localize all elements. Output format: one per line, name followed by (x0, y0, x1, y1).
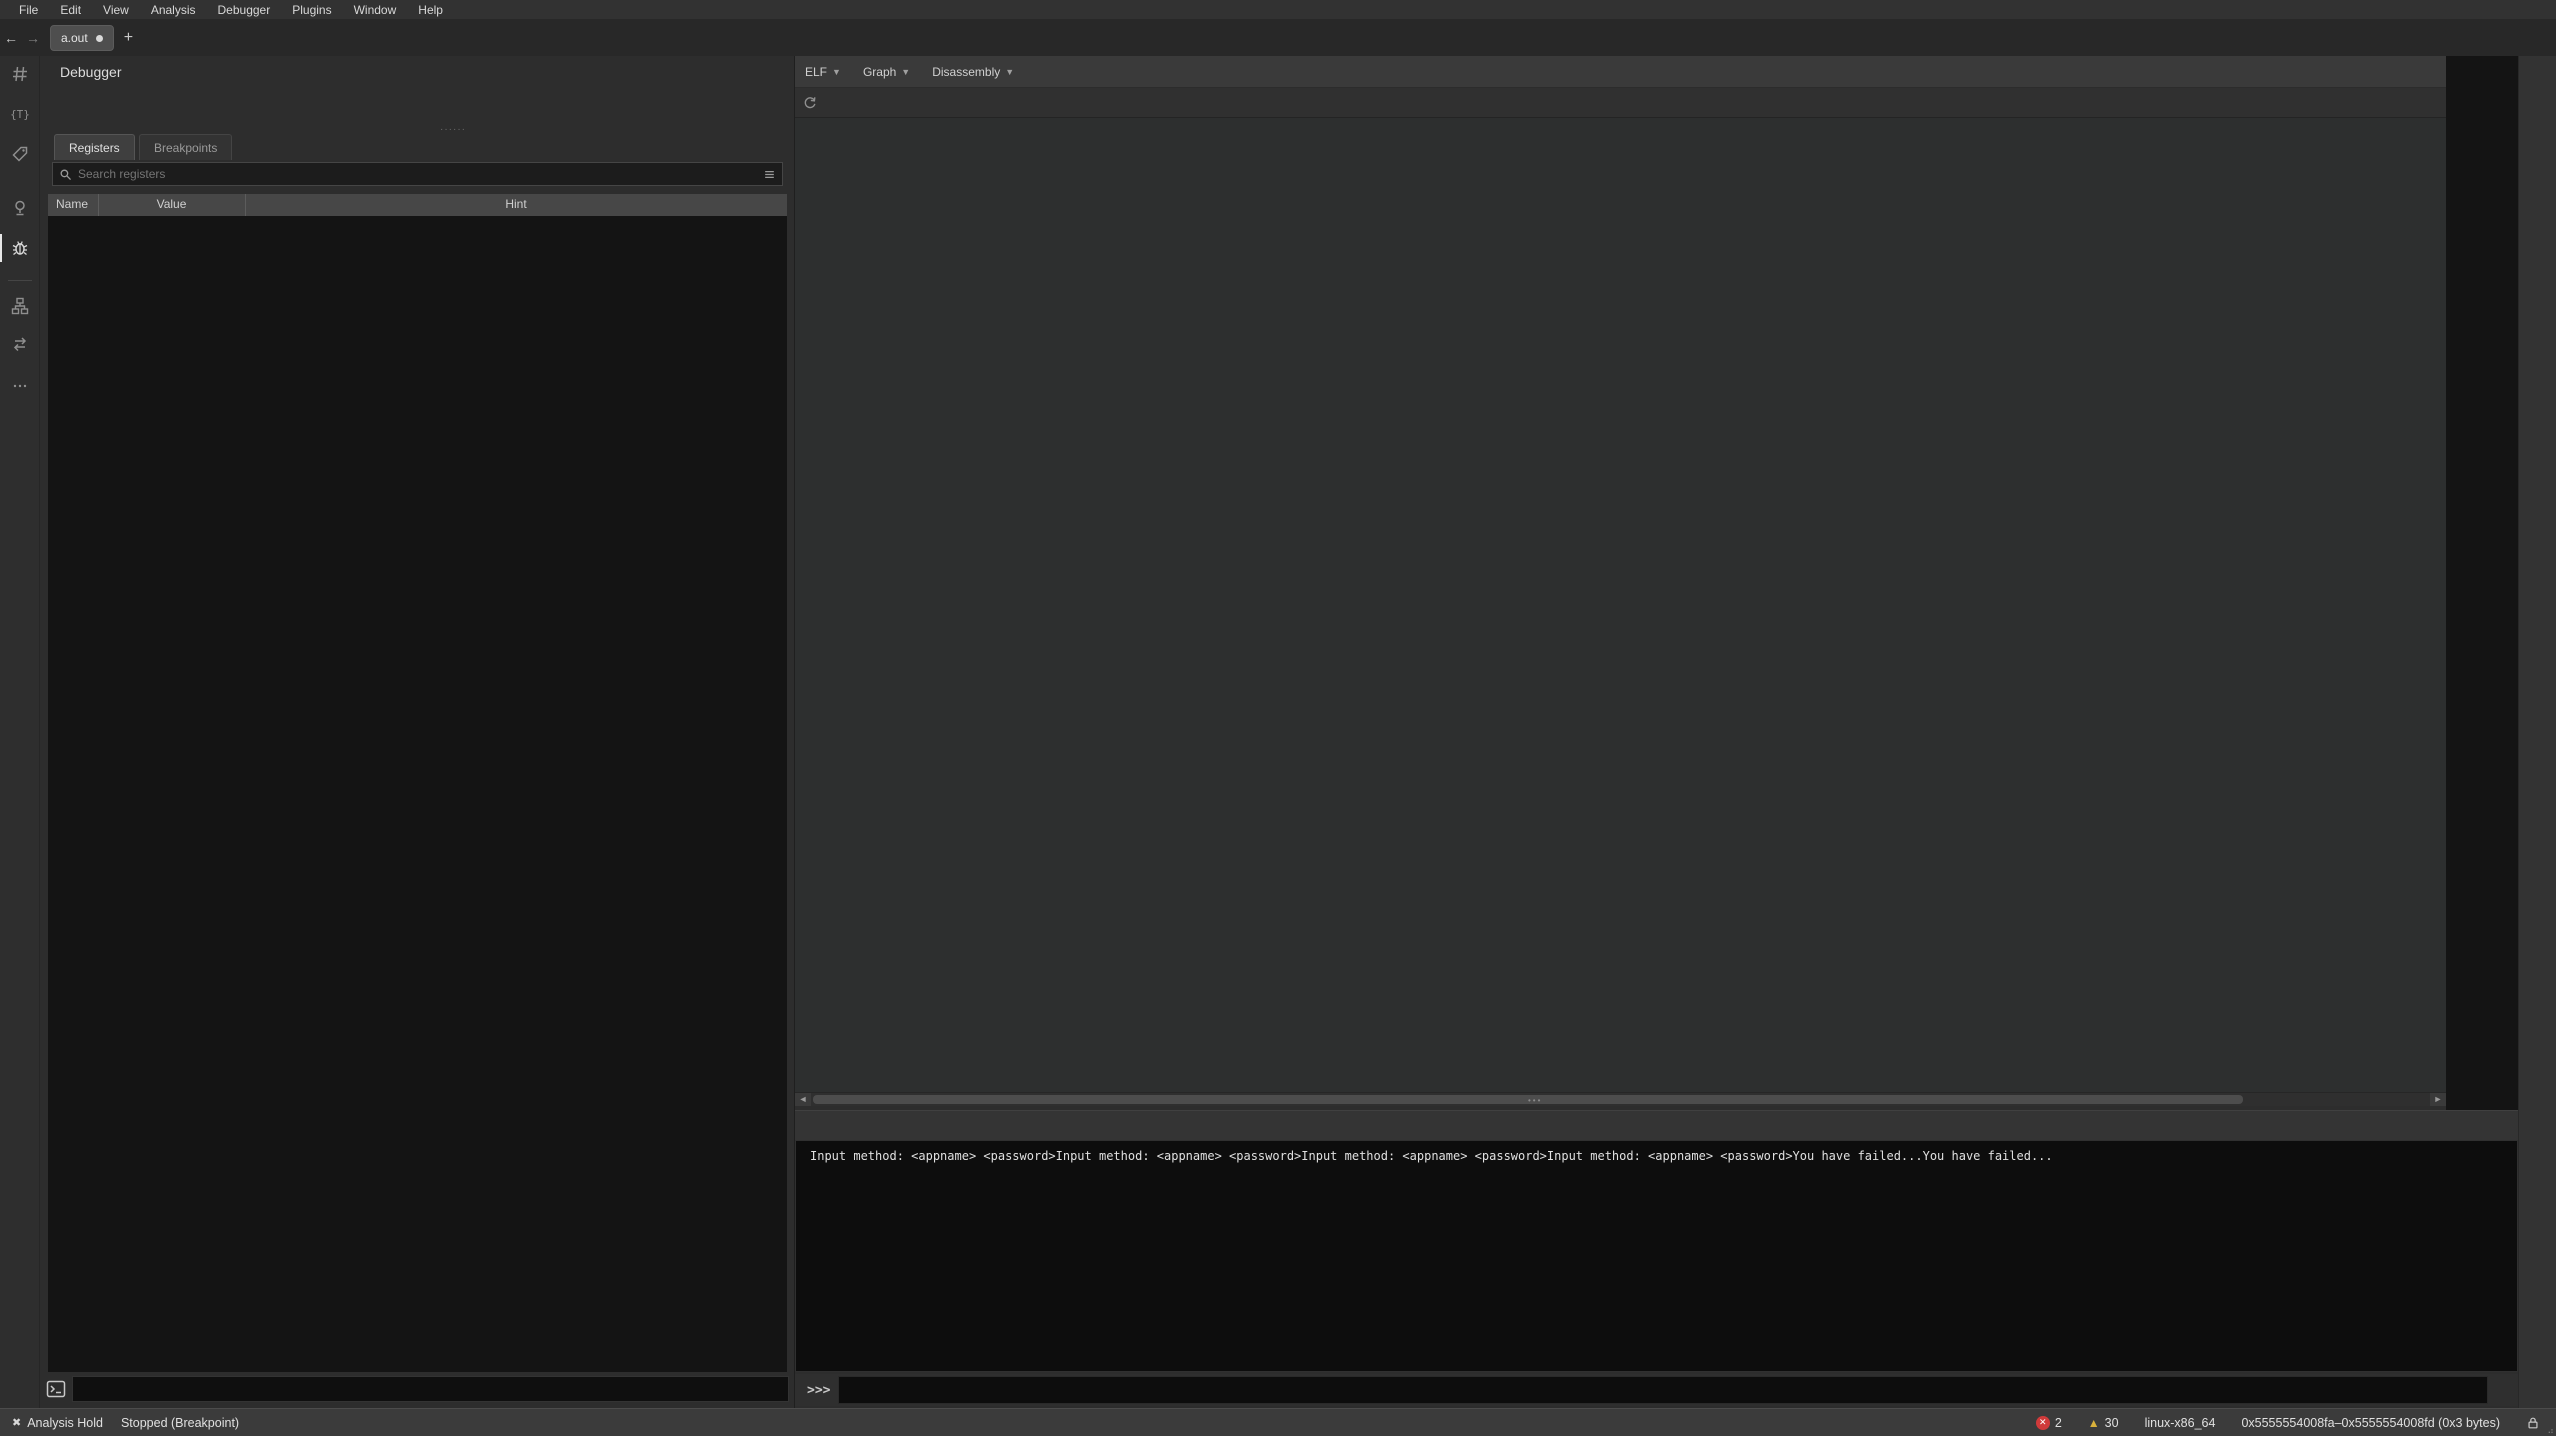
console-tab-bar (795, 1110, 2518, 1140)
feature-map[interactable] (2446, 56, 2518, 1110)
more-icon[interactable] (8, 374, 32, 398)
tab-breakpoints[interactable]: Breakpoints (139, 134, 232, 160)
menu-file[interactable]: File (8, 1, 49, 19)
register-table-header: Name Value Hint (48, 194, 787, 216)
debugger-panel: Debugger ······ Registers Breakpoints Na… (40, 56, 795, 1408)
menu-analysis[interactable]: Analysis (140, 1, 207, 19)
view-header: ELF▼ Graph▼ Disassembly▼ (795, 56, 2446, 88)
prompt-label: >>> (807, 1383, 830, 1398)
resize-grip[interactable]: ⣠ (2547, 1423, 2554, 1434)
scroll-left-icon[interactable]: ◄ (795, 1093, 811, 1106)
script-console-row (46, 1374, 789, 1404)
menu-view[interactable]: View (92, 1, 140, 19)
forward-arrow-icon[interactable]: → (22, 30, 44, 46)
warning-icon: ▲ (2088, 1416, 2100, 1430)
error-count[interactable]: ✕2 (2036, 1416, 2062, 1430)
cancel-analysis-icon[interactable]: ✖ (12, 1416, 21, 1429)
script-console-input[interactable] (72, 1376, 789, 1402)
mode-dropdown[interactable]: Disassembly▼ (932, 65, 1014, 79)
terminal-icon[interactable] (46, 1379, 66, 1399)
console-prompt-row: >>> (795, 1374, 2518, 1406)
back-arrow-icon[interactable]: ← (0, 30, 22, 46)
function-signature-bar (795, 88, 2446, 118)
memory-pin-icon[interactable] (8, 196, 32, 220)
active-sidebar-indicator (0, 234, 2, 262)
graph-horizontal-scrollbar[interactable]: ◄ ► ••• (795, 1092, 2446, 1106)
column-name: Name (56, 197, 88, 211)
tab-bar: ← → a.out + (0, 20, 2556, 56)
analysis-hold[interactable]: ✖Analysis Hold (12, 1416, 103, 1430)
new-tab-button[interactable]: + (124, 29, 133, 47)
binary-ninja-window: FileEditViewAnalysisDebuggerPluginsWindo… (0, 0, 2556, 1436)
status-bar: ✖Analysis Hold Stopped (Breakpoint) ✕2 ▲… (0, 1408, 2556, 1436)
panel-drag-handle[interactable]: ······ (440, 124, 466, 135)
menu-help[interactable]: Help (407, 1, 454, 19)
column-value: Value (98, 197, 245, 211)
warning-count[interactable]: ▲30 (2088, 1416, 2119, 1430)
menu-plugins[interactable]: Plugins (281, 1, 342, 19)
layout-dropdown[interactable]: Graph▼ (863, 65, 910, 79)
graph-edges (795, 118, 2446, 1092)
bug-icon[interactable] (8, 236, 32, 260)
tab-label: a.out (61, 31, 88, 45)
menu-window[interactable]: Window (343, 1, 408, 19)
selection-range: 0x5555554008fa–0x5555554008fd (0x3 bytes… (2241, 1416, 2500, 1430)
console-input[interactable] (838, 1376, 2488, 1404)
platform-label: linux-x86_64 (2145, 1416, 2216, 1430)
menu-bar: FileEditViewAnalysisDebuggerPluginsWindo… (0, 0, 2556, 20)
right-sidebar (2518, 56, 2556, 1408)
modified-dot-icon (96, 35, 103, 42)
search-icon (59, 168, 72, 181)
debugger-panel-title: Debugger (60, 64, 122, 80)
types-icon[interactable]: {T} (8, 102, 32, 126)
register-search (52, 162, 783, 186)
register-table (48, 216, 787, 1372)
svg-text:{T}: {T} (11, 108, 29, 121)
menu-edit[interactable]: Edit (49, 1, 92, 19)
lock-icon[interactable] (2526, 1416, 2540, 1430)
menu-debugger[interactable]: Debugger (207, 1, 282, 19)
hierarchy-icon[interactable] (8, 294, 32, 318)
debugger-state: Stopped (Breakpoint) (121, 1416, 239, 1430)
left-sidebar: {T} (0, 56, 40, 1408)
tab-registers[interactable]: Registers (54, 134, 135, 160)
hash-icon[interactable] (8, 62, 32, 86)
search-registers-input[interactable] (78, 167, 757, 181)
scrollbar-thumb[interactable]: ••• (813, 1095, 2243, 1104)
column-hint: Hint (245, 197, 787, 211)
graph-canvas[interactable] (795, 118, 2446, 1092)
search-options-icon[interactable] (763, 168, 776, 181)
scroll-right-icon[interactable]: ► (2430, 1093, 2446, 1106)
tab-a-out[interactable]: a.out (50, 25, 114, 51)
swap-icon[interactable] (8, 332, 32, 356)
console-output[interactable]: Input method: <appname> <password>Input … (795, 1140, 2518, 1372)
tag-icon[interactable] (8, 142, 32, 166)
view-type-dropdown[interactable]: ELF▼ (805, 65, 841, 79)
reanalyze-icon[interactable] (803, 96, 817, 110)
error-icon: ✕ (2036, 1416, 2050, 1430)
